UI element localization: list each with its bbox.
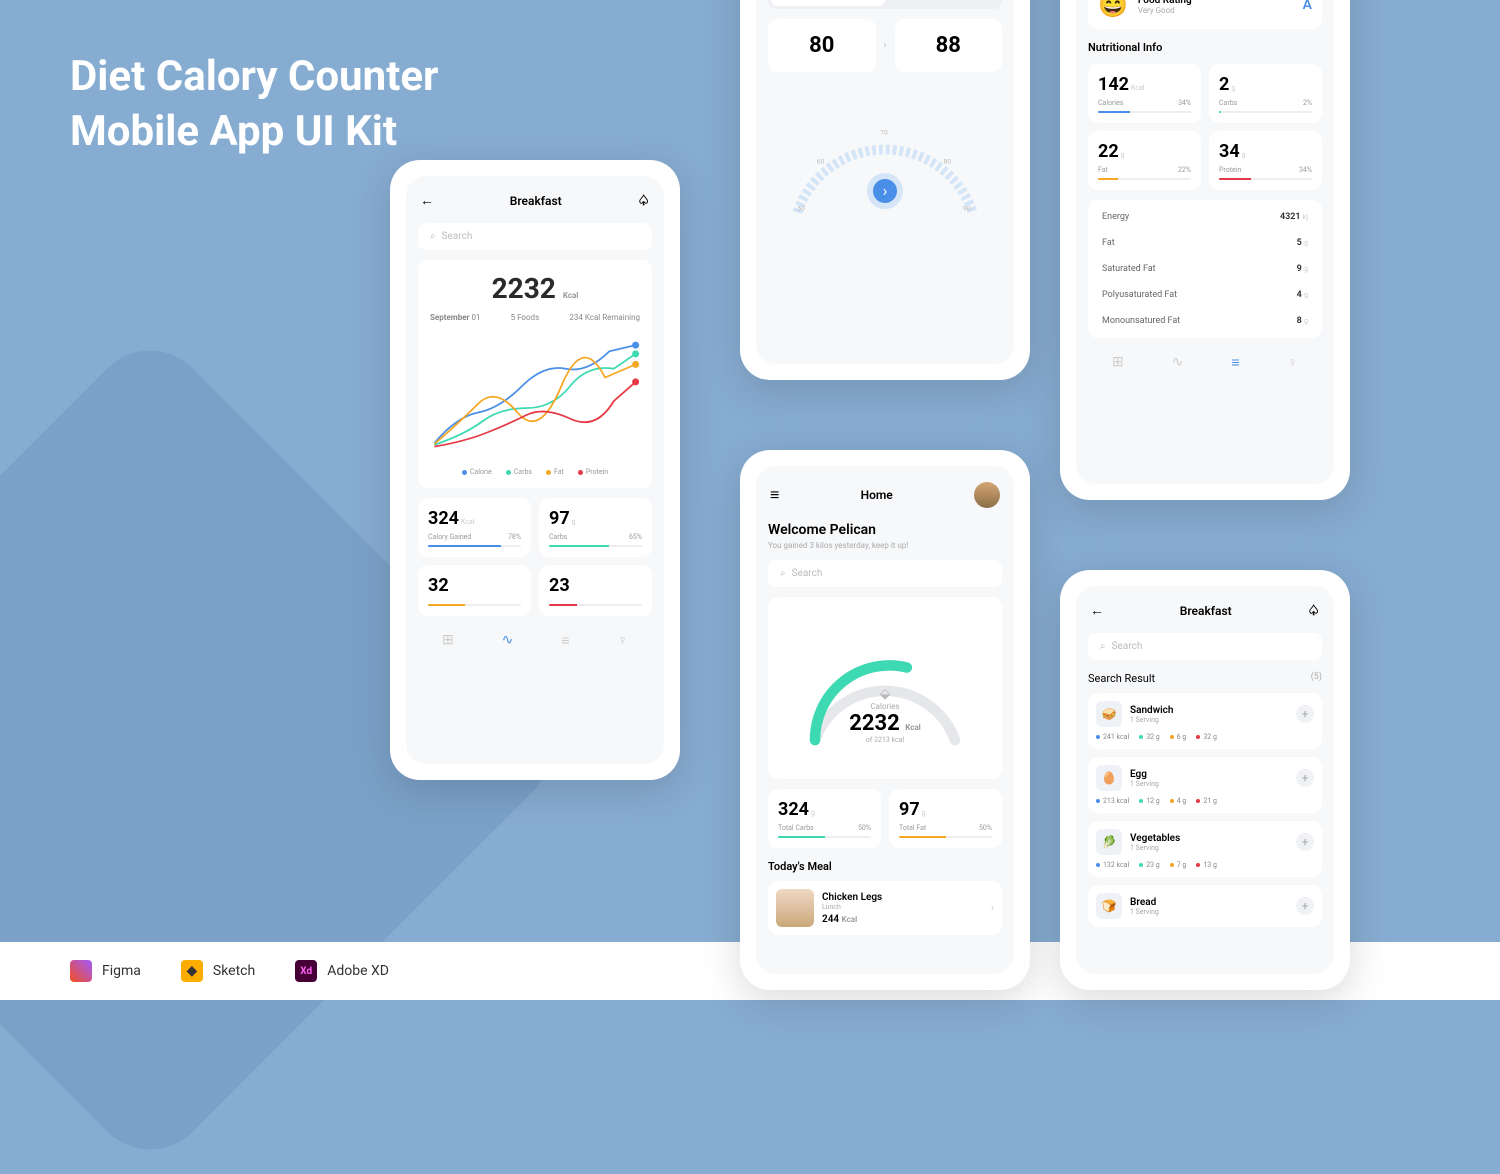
unit-lb[interactable]: LB: [885, 0, 999, 6]
search-input[interactable]: ⌕Search: [418, 223, 652, 250]
tab-list-icon[interactable]: ≡: [1231, 354, 1239, 371]
food-rating: 😄 Food RatingVery Good A: [1088, 0, 1322, 29]
gauge-next-button[interactable]: ›: [867, 173, 903, 209]
search-input[interactable]: ⌕Search: [768, 560, 1002, 587]
screen-home: ≡ Home Welcome Pelican You gained 3 kilo…: [740, 450, 1030, 990]
screen-target-weight: Your Target Weight Fusce nec lacus eu fe…: [740, 0, 1030, 380]
avatar[interactable]: [974, 482, 1000, 508]
grade-badge: A: [1303, 0, 1312, 13]
tab-grid-icon[interactable]: ⊞: [442, 632, 454, 649]
nutrition-row: Saturated Fat9 g: [1098, 256, 1312, 282]
meal-image: [776, 889, 814, 927]
add-button[interactable]: +: [1296, 897, 1314, 915]
tab-profile-icon[interactable]: ♀: [1287, 354, 1298, 371]
stat-card: 34gProtein34%: [1209, 131, 1322, 190]
tab-activity-icon[interactable]: ∿: [1172, 354, 1184, 371]
svg-text:50: 50: [797, 204, 805, 212]
food-icon: 🥪: [1096, 701, 1122, 727]
search-icon: ⌕: [1100, 641, 1106, 652]
tab-grid-icon[interactable]: ⊞: [1112, 354, 1124, 371]
stat-card: 23: [539, 565, 652, 616]
screen-details: ← Details ♤ Chicken Legs 5 Serving 89 g …: [1060, 0, 1350, 500]
xd-icon: Xd: [295, 960, 317, 982]
stat-card: 97gCarbs65%: [539, 498, 652, 557]
screen-breakfast: ← Breakfast ♤ ⌕Search 2232 Kcal Septembe…: [390, 160, 680, 780]
food-icon: 🍞: [1096, 893, 1122, 919]
stat-card: 2gCarbs2%: [1209, 64, 1322, 123]
hero-title: Diet Calory Counter Mobile App UI Kit: [70, 50, 438, 159]
svg-text:60: 60: [817, 157, 825, 165]
tab-bar: ⊞ ∿ ≡ ♀: [1088, 346, 1322, 379]
stat-carbs: 324gTotal Carbs50%: [768, 789, 881, 848]
weight-to: 88: [895, 19, 1003, 72]
nutrition-row: Fat5 g: [1098, 230, 1312, 256]
section-title: Nutritional Info: [1088, 41, 1322, 54]
svg-text:90: 90: [963, 204, 971, 212]
bell-icon[interactable]: ♤: [637, 193, 650, 209]
food-icon: 🥚: [1096, 765, 1122, 791]
weight-from: 80: [768, 19, 876, 72]
page-title: Home: [861, 488, 893, 502]
menu-icon[interactable]: ≡: [770, 485, 779, 505]
add-button[interactable]: +: [1296, 705, 1314, 723]
chart-legend: Calorie Carbs Fat Protein: [430, 468, 640, 476]
section-title: Search Result: [1088, 672, 1155, 685]
tab-profile-icon[interactable]: ♀: [617, 632, 628, 649]
food-item[interactable]: 🥪Sandwich1 Serving+241 kcal32 g6 g32 g: [1088, 693, 1322, 749]
section-title: Today's Meal: [768, 860, 1002, 873]
stat-card: 32: [418, 565, 531, 616]
page-title: Breakfast: [1180, 604, 1232, 618]
chevron-right-icon: ›: [884, 40, 887, 51]
chevron-right-icon: ›: [991, 903, 994, 914]
fire-icon: ⬙: [849, 686, 921, 702]
tab-list-icon[interactable]: ≡: [561, 632, 569, 649]
emoji-icon: 😄: [1098, 0, 1128, 19]
food-item[interactable]: 🍞Bread1 Serving+: [1088, 885, 1322, 927]
tool-sketch: ◆Sketch: [181, 960, 255, 982]
search-input[interactable]: ⌕Search: [1088, 633, 1322, 660]
figma-icon: [70, 960, 92, 982]
sketch-icon: ◆: [181, 960, 203, 982]
tool-xd: XdAdobe XD: [295, 960, 389, 982]
total-kcal: 2232: [492, 272, 556, 305]
search-icon: ⌕: [430, 231, 436, 242]
tab-activity-icon[interactable]: ∿: [502, 632, 514, 649]
bell-icon[interactable]: ♤: [1307, 603, 1320, 619]
meal-item[interactable]: Chicken Legs Lunch 244 Kcal ›: [768, 881, 1002, 935]
nutrition-row: Energy4321 kj: [1098, 204, 1312, 230]
stat-card: 22gFat22%: [1088, 131, 1201, 190]
add-button[interactable]: +: [1296, 769, 1314, 787]
food-item[interactable]: 🥬Vegetables1 Serving+132 kcal23 g7 g13 g: [1088, 821, 1322, 877]
back-icon[interactable]: ←: [420, 192, 434, 209]
search-icon: ⌕: [780, 568, 786, 579]
screen-search: ← Breakfast ♤ ⌕Search Search Result(5) 🥪…: [1060, 570, 1350, 990]
stat-card: 324KcalCalory Gained78%: [418, 498, 531, 557]
svg-text:80: 80: [944, 157, 952, 165]
stat-card: 142KcalCalories34%: [1088, 64, 1201, 123]
tab-bar: ⊞ ∿ ≡ ♀: [418, 624, 652, 657]
nutrition-row: Polyusaturated Fat4 g: [1098, 282, 1312, 308]
svg-text:70: 70: [880, 128, 888, 136]
back-icon[interactable]: ←: [1090, 602, 1104, 619]
welcome-title: Welcome Pelican: [768, 522, 1002, 538]
page-title: Breakfast: [510, 194, 562, 208]
weight-gauge: 50 60 70 80 90 ›: [768, 84, 1002, 224]
stat-fat: 97gTotal Fat50%: [889, 789, 1002, 848]
nutrition-chart: [430, 330, 640, 460]
food-item[interactable]: 🥚Egg1 Serving+213 kcal12 g4 g21 g: [1088, 757, 1322, 813]
add-button[interactable]: +: [1296, 833, 1314, 851]
tool-figma: Figma: [70, 960, 141, 982]
food-icon: 🥬: [1096, 829, 1122, 855]
unit-kg[interactable]: KG: [771, 0, 885, 6]
nutrition-row: Monounsatured Fat8 g: [1098, 308, 1312, 334]
unit-toggle[interactable]: KG LB: [768, 0, 1002, 9]
calorie-arc: ⬙ Calories 2232 Kcal of 3213 kcal: [780, 617, 990, 767]
